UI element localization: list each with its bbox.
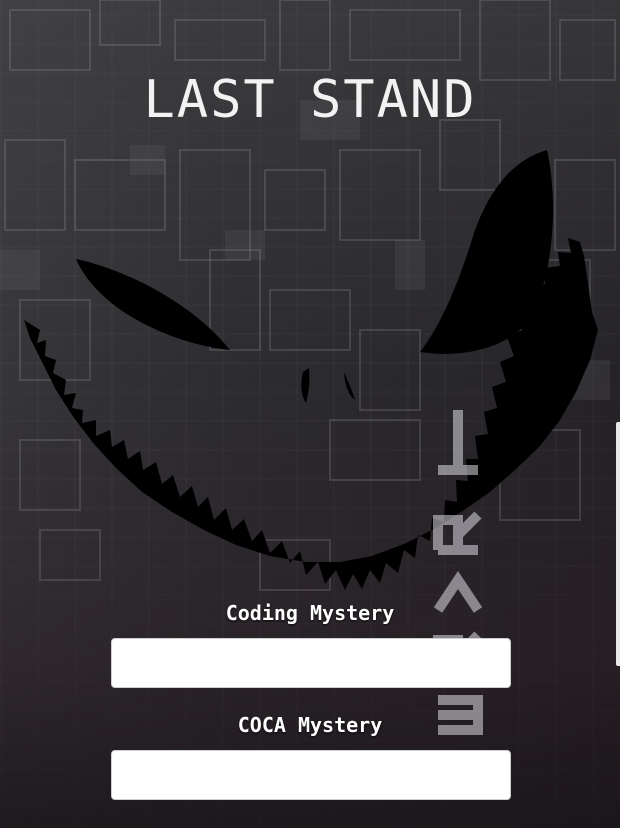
grinning-face-silhouette-icon xyxy=(24,150,598,590)
coding-mystery-label: Coding Mystery xyxy=(225,601,395,625)
coca-mystery-label: COCA Mystery xyxy=(237,713,383,737)
scrollbar[interactable] xyxy=(616,422,620,666)
coding-mystery-input[interactable] xyxy=(111,638,511,688)
coca-mystery-input[interactable] xyxy=(111,750,511,800)
